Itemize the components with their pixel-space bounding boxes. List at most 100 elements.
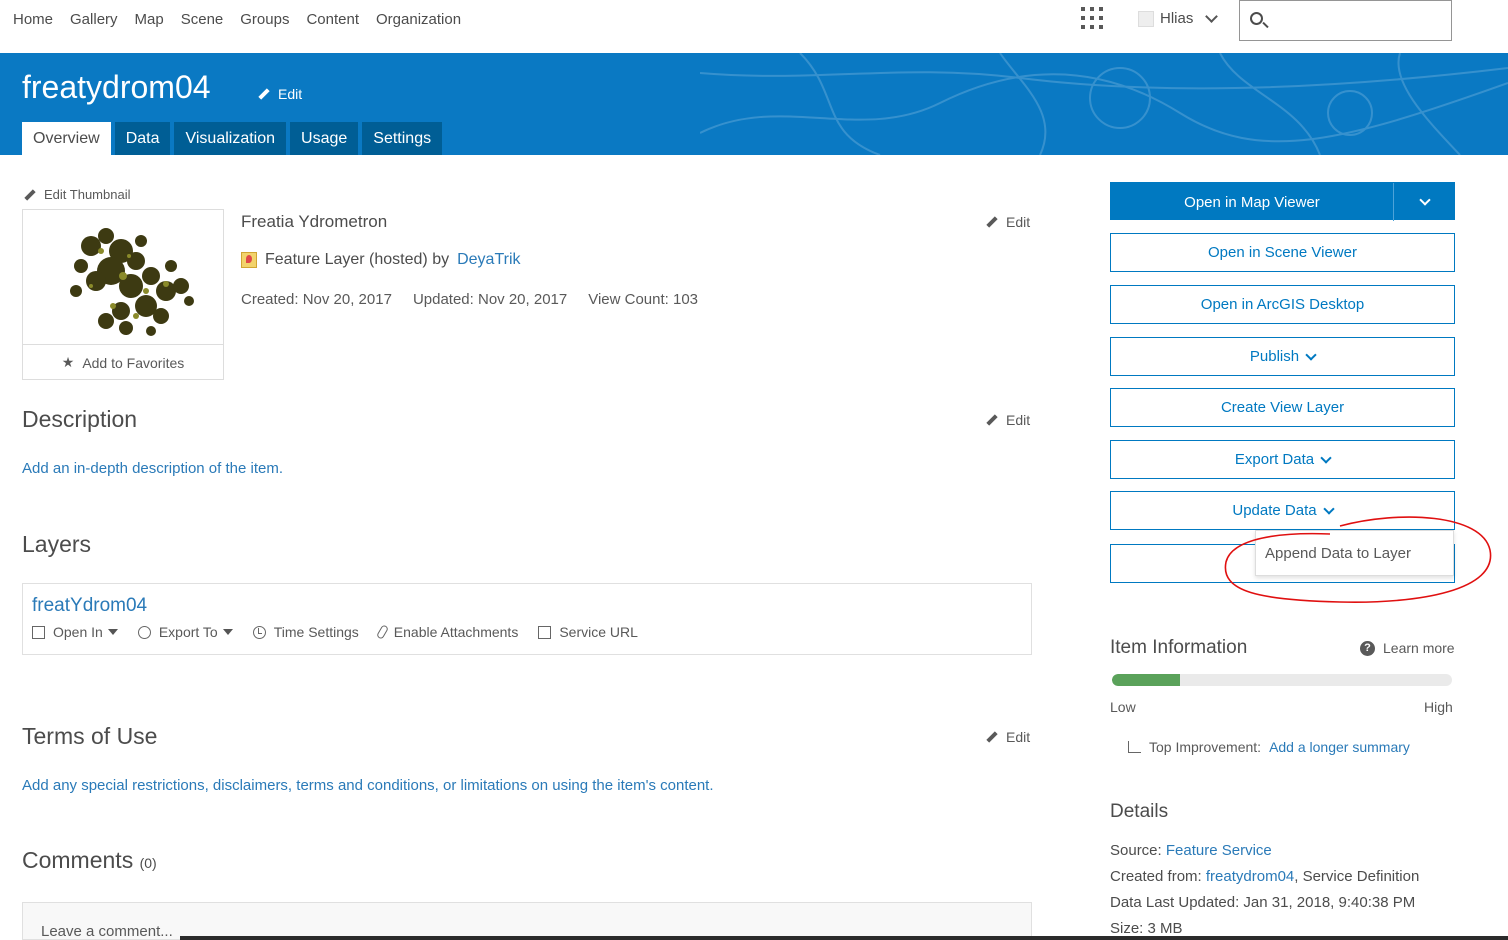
open-in-menu[interactable]: Open In [32, 624, 118, 640]
pencil-icon [24, 189, 36, 201]
feature-layer-icon [241, 252, 257, 268]
tab-data[interactable]: Data [114, 122, 171, 155]
comments-title: Comments [22, 847, 134, 873]
edit-thumbnail-button[interactable]: Edit Thumbnail [24, 187, 130, 202]
enable-attachments-label: Enable Attachments [393, 624, 519, 640]
clock-icon [252, 625, 266, 639]
open-map-viewer-dropdown[interactable] [1393, 183, 1456, 221]
open-scene-viewer-button[interactable]: Open in Scene Viewer [1110, 233, 1455, 272]
tab-usage[interactable]: Usage [290, 122, 359, 155]
export-data-button[interactable]: Export Data [1110, 440, 1455, 479]
nav-scene[interactable]: Scene [181, 11, 224, 28]
enable-attachments-button[interactable]: Enable Attachments [375, 624, 519, 640]
publish-button[interactable]: Publish [1110, 337, 1455, 376]
export-to-menu[interactable]: Export To [137, 624, 233, 640]
top-improvement: Top Improvement: Add a longer summary [1128, 739, 1410, 755]
external-link-icon [538, 625, 552, 639]
search-box [1239, 0, 1452, 41]
service-url-button[interactable]: Service URL [538, 624, 638, 640]
item-type: Feature Layer (hosted) by DeyaTrik [241, 251, 521, 269]
edit-thumbnail-label: Edit Thumbnail [44, 187, 131, 202]
update-data-label: Update Data [1232, 502, 1317, 519]
learn-more-label: Learn more [1383, 640, 1455, 656]
open-map-viewer-main[interactable]: Open in Map Viewer [1111, 183, 1393, 221]
view-count: View Count: 103 [588, 291, 699, 308]
nav-groups[interactable]: Groups [240, 11, 289, 28]
help-icon: ? [1360, 640, 1375, 656]
export-data-label: Export Data [1234, 451, 1315, 468]
top-navigation: Home Gallery Map Scene Groups Content Or… [0, 0, 1508, 53]
tab-overview[interactable]: Overview [22, 122, 111, 155]
meter-low-label: Low [1110, 699, 1136, 715]
download-icon [137, 625, 151, 639]
update-data-button[interactable]: Update Data [1110, 491, 1455, 530]
layer-actions: Open In Export To Time Settings Enable A… [32, 624, 638, 640]
nav-content[interactable]: Content [306, 11, 359, 28]
top-improvement-link[interactable]: Add a longer summary [1269, 739, 1410, 755]
open-scene-viewer-label: Open in Scene Viewer [1208, 244, 1357, 261]
open-arcgis-desktop-button[interactable]: Open in ArcGIS Desktop [1110, 285, 1455, 324]
top-improvement-label: Top Improvement: [1149, 739, 1262, 755]
source-link[interactable]: Feature Service [1166, 842, 1272, 859]
created-from-label: Created from: [1110, 868, 1202, 885]
description-edit-button[interactable]: Edit [986, 412, 1030, 428]
chevron-down-icon [1419, 194, 1431, 206]
append-data-menu-item[interactable]: Append Data to Layer [1265, 545, 1411, 562]
nav-organization[interactable]: Organization [376, 11, 461, 28]
star-icon: ★ [61, 354, 75, 370]
thumbnail: ★ Add to Favorites [22, 209, 224, 380]
open-icon [32, 625, 45, 639]
comment-input[interactable]: Leave a comment... [22, 902, 1032, 940]
created-from-link[interactable]: freatydrom04 [1206, 868, 1294, 885]
create-view-layer-button[interactable]: Create View Layer [1110, 388, 1455, 427]
layer-card: freatYdrom04 Open In Export To Time Sett… [22, 583, 1032, 655]
search-icon [1250, 12, 1263, 25]
nav-gallery[interactable]: Gallery [70, 11, 118, 28]
search-input[interactable] [1272, 7, 1442, 35]
user-name: Hlias [1160, 10, 1194, 27]
summary-edit-button[interactable]: Edit [986, 214, 1030, 230]
created-date: Created: Nov 20, 2017 [241, 291, 392, 308]
title-edit-button[interactable]: Edit [258, 86, 302, 102]
comment-placeholder: Leave a comment... [41, 923, 173, 940]
user-menu[interactable]: Hlias [1138, 10, 1219, 27]
item-tabs: Overview Data Visualization Usage Settin… [22, 122, 443, 155]
updated-date: Updated: Nov 20, 2017 [412, 291, 568, 308]
terms-edit-button[interactable]: Edit [986, 729, 1030, 745]
item-header: freatydrom04 Edit Overview Data Visualiz… [0, 53, 1508, 155]
meter-high-label: High [1424, 699, 1453, 715]
tab-visualization[interactable]: Visualization [174, 122, 287, 155]
chevron-down-icon [1322, 502, 1335, 515]
tab-settings[interactable]: Settings [362, 122, 443, 155]
description-heading: Description [22, 406, 138, 432]
add-to-favorites-button[interactable]: ★ Add to Favorites [23, 344, 223, 380]
update-data-menu: Append Data to Layer [1255, 530, 1454, 576]
nav-home[interactable]: Home [13, 11, 53, 28]
thumbnail-image [70, 228, 194, 336]
detail-created-from: Created from: freatydrom04, Service Defi… [1110, 868, 1419, 885]
pencil-icon [986, 216, 998, 228]
time-settings-button[interactable]: Time Settings [252, 624, 359, 640]
caret-down-icon [107, 629, 118, 635]
item-information-heading: Item Information [1110, 637, 1248, 658]
title-edit-label: Edit [278, 86, 303, 102]
add-description-link[interactable]: Add an in-depth description of the item. [22, 460, 283, 477]
publish-label: Publish [1249, 348, 1300, 365]
layer-name-link[interactable]: freatYdrom04 [32, 595, 147, 617]
avatar [1138, 10, 1154, 27]
pencil-icon [986, 414, 998, 426]
app-launcher-icon[interactable] [1081, 7, 1103, 29]
detail-source: Source: Feature Service [1110, 842, 1272, 859]
item-meta: Created: Nov 20, 2017 Updated: Nov 20, 2… [241, 291, 698, 308]
learn-more-link[interactable]: ? Learn more [1360, 640, 1455, 656]
terms-edit-label: Edit [1006, 729, 1031, 745]
layers-heading: Layers [22, 531, 92, 557]
owner-link[interactable]: DeyaTrik [457, 251, 520, 269]
add-terms-link[interactable]: Add any special restrictions, disclaimer… [22, 777, 714, 794]
nav-links: Home Gallery Map Scene Groups Content Or… [13, 11, 461, 28]
time-settings-label: Time Settings [273, 624, 359, 640]
service-url-label: Service URL [559, 624, 638, 640]
chevron-down-icon [1205, 10, 1219, 23]
nav-map[interactable]: Map [135, 11, 164, 28]
comments-heading: Comments (0) [22, 847, 157, 874]
